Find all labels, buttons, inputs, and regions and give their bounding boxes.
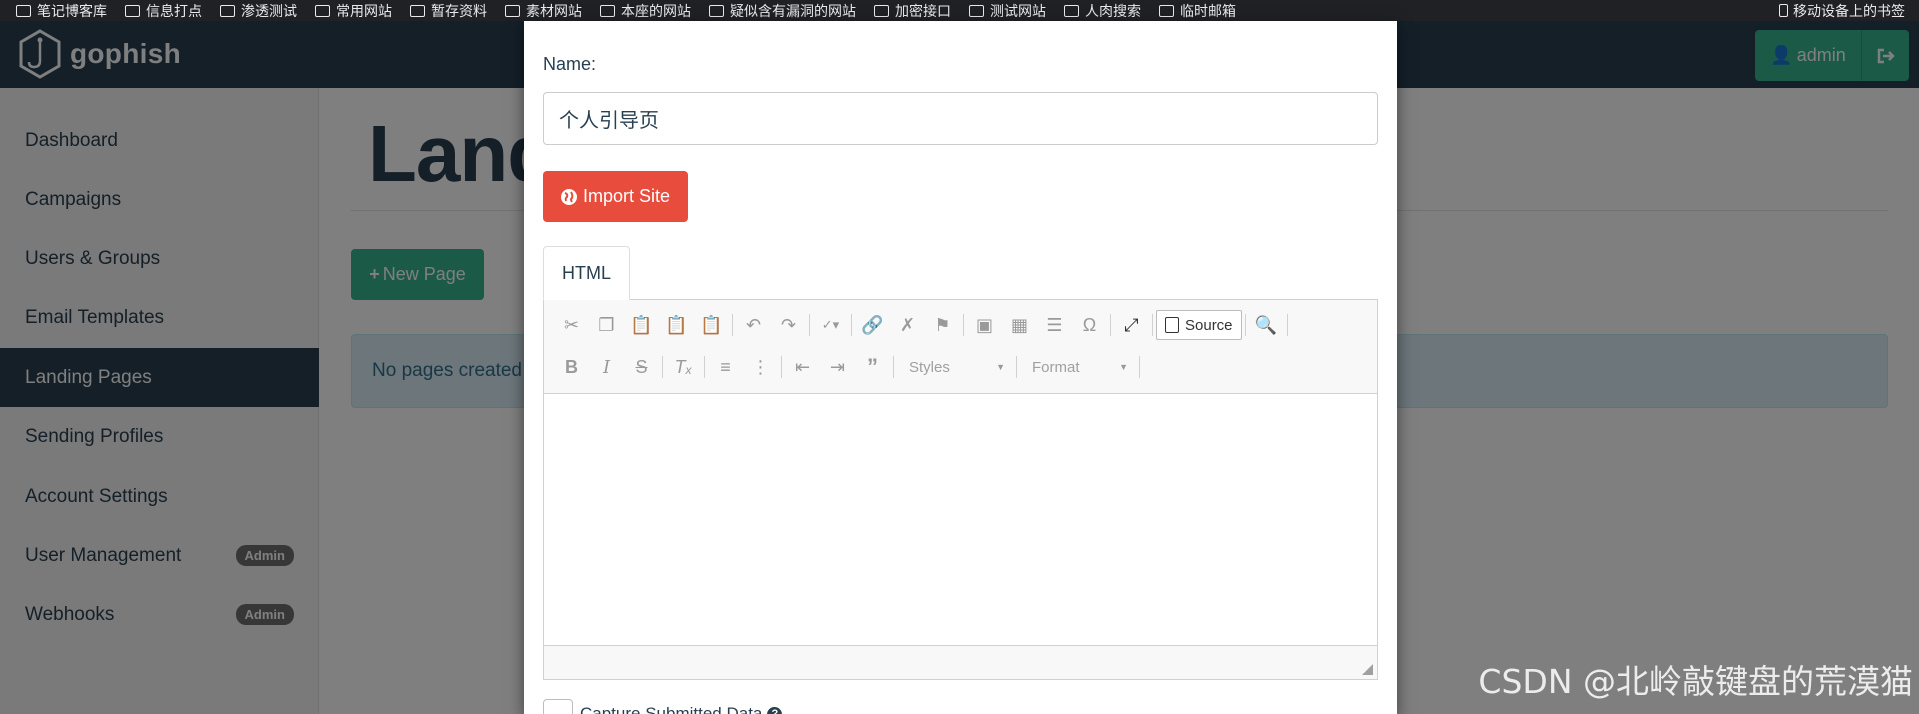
format-dropdown[interactable]: Format ▼: [1020, 353, 1136, 381]
horizontal-rule-icon[interactable]: ☰: [1037, 310, 1072, 340]
folder-icon: [315, 4, 330, 17]
link-icon[interactable]: 🔗: [855, 310, 890, 340]
folder-icon: [600, 4, 615, 17]
bookmark-folder[interactable]: 本座的网站: [600, 0, 691, 21]
question-circle-icon[interactable]: ?: [767, 706, 783, 714]
caret-down-icon: ▼: [996, 362, 1005, 372]
new-landing-page-modal: Name: 个人引导页 Import Site HTML ✂ ❐ 📋 📋 📋 ↶…: [524, 21, 1397, 714]
toolbar-separator: [1110, 314, 1111, 336]
toolbar-separator: [1286, 314, 1288, 336]
remove-format-icon[interactable]: Tₓ: [666, 352, 701, 382]
toolbar-separator: [1244, 314, 1246, 336]
image-icon[interactable]: ▣: [967, 310, 1002, 340]
bookmark-folder[interactable]: 测试网站: [969, 0, 1046, 21]
toolbar-separator: [781, 356, 782, 378]
html-editor: ✂ ❐ 📋 📋 📋 ↶ ↷ ✓▾ 🔗 ✗ ⚑ ▣ ▦ ☰ Ω ⤢ Source …: [543, 299, 1378, 680]
toolbar-row: B I S Tₓ ≡ ⋮ ⇤ ⇥ ” Styles ▼ Format ▼: [554, 350, 1143, 384]
bookmark-folder[interactable]: 信息打点: [125, 0, 202, 21]
bookmark-folder[interactable]: 疑似含有漏洞的网站: [709, 0, 856, 21]
editor-statusbar: [544, 645, 1377, 679]
bookmark-folder[interactable]: 渗透测试: [220, 0, 297, 21]
outdent-icon[interactable]: ⇤: [785, 352, 820, 382]
bookmark-folder[interactable]: 加密接口: [874, 0, 951, 21]
bookmark-folder[interactable]: 人肉搜索: [1064, 0, 1141, 21]
folder-icon: [410, 4, 425, 17]
strikethrough-icon[interactable]: S: [624, 352, 659, 382]
phone-icon: [1779, 4, 1788, 17]
bookmark-folder[interactable]: 笔记博客库: [16, 0, 107, 21]
folder-icon: [1159, 4, 1174, 17]
folder-icon: [1064, 4, 1079, 17]
copy-icon[interactable]: ❐: [589, 310, 624, 340]
source-icon: [1165, 317, 1179, 333]
special-char-icon[interactable]: Ω: [1072, 310, 1107, 340]
numbered-list-icon[interactable]: ≡: [708, 352, 743, 382]
spellcheck-icon[interactable]: ✓▾: [813, 310, 848, 340]
folder-icon: [16, 4, 31, 17]
styles-dropdown[interactable]: Styles ▼: [897, 353, 1013, 381]
editor-content-area[interactable]: [544, 394, 1377, 646]
toolbar-separator: [732, 314, 733, 336]
toolbar-separator: [851, 314, 852, 336]
toolbar-separator: [809, 314, 810, 336]
editor-toolbar: ✂ ❐ 📋 📋 📋 ↶ ↷ ✓▾ 🔗 ✗ ⚑ ▣ ▦ ☰ Ω ⤢ Source …: [544, 300, 1377, 394]
caret-down-icon: ▼: [1119, 362, 1128, 372]
anchor-flag-icon[interactable]: ⚑: [925, 310, 960, 340]
bold-icon[interactable]: B: [554, 352, 589, 382]
bulleted-list-icon[interactable]: ⋮: [743, 352, 778, 382]
capture-submitted-data-checkbox[interactable]: [543, 699, 573, 714]
folder-icon: [220, 4, 235, 17]
capture-submitted-data-label: Capture Submitted Data ?: [580, 704, 783, 714]
mobile-bookmarks[interactable]: 移动设备上的书签: [1779, 0, 1905, 21]
folder-icon: [505, 4, 520, 17]
paste-icon[interactable]: 📋: [624, 310, 659, 340]
toolbar-separator: [893, 356, 894, 378]
toolbar-separator: [704, 356, 705, 378]
resize-handle-icon[interactable]: [1362, 664, 1373, 675]
watermark: CSDN @北岭敲键盘的荒漠猫: [1478, 662, 1913, 701]
globe-icon: [560, 188, 577, 205]
name-label: Name:: [543, 54, 597, 74]
toolbar-row: ✂ ❐ 📋 📋 📋 ↶ ↷ ✓▾ 🔗 ✗ ⚑ ▣ ▦ ☰ Ω ⤢ Source …: [554, 308, 1291, 342]
indent-icon[interactable]: ⇥: [820, 352, 855, 382]
cut-icon[interactable]: ✂: [554, 310, 589, 340]
unlink-icon[interactable]: ✗: [890, 310, 925, 340]
toolbar-separator: [963, 314, 964, 336]
bookmark-folder[interactable]: 临时邮箱: [1159, 0, 1236, 21]
toolbar-separator: [1139, 356, 1140, 378]
folder-icon: [874, 4, 889, 17]
import-site-button[interactable]: Import Site: [543, 171, 688, 222]
bookmark-folder[interactable]: 常用网站: [315, 0, 392, 21]
toolbar-separator: [1016, 356, 1017, 378]
folder-icon: [125, 4, 140, 17]
paste-text-icon[interactable]: 📋: [659, 310, 694, 340]
name-input[interactable]: 个人引导页: [543, 92, 1378, 145]
bookmarks-bar: 笔记博客库 信息打点 渗透测试 常用网站 暂存资料 素材网站 本座的网站 疑似含…: [0, 0, 1919, 21]
toolbar-separator: [1152, 314, 1153, 336]
bookmark-folder[interactable]: 暂存资料: [410, 0, 487, 21]
tab-html[interactable]: HTML: [543, 246, 630, 300]
italic-icon[interactable]: I: [589, 352, 624, 382]
blockquote-icon[interactable]: ”: [855, 352, 890, 382]
maximize-icon[interactable]: ⤢: [1114, 310, 1149, 340]
source-button[interactable]: Source: [1156, 310, 1242, 340]
bookmark-folder[interactable]: 素材网站: [505, 0, 582, 21]
paste-word-icon[interactable]: 📋: [694, 310, 729, 340]
preview-icon[interactable]: 🔍: [1249, 310, 1284, 340]
table-icon[interactable]: ▦: [1002, 310, 1037, 340]
redo-icon[interactable]: ↷: [771, 310, 806, 340]
folder-icon: [969, 4, 984, 17]
toolbar-separator: [662, 356, 663, 378]
folder-icon: [709, 4, 724, 17]
undo-icon[interactable]: ↶: [736, 310, 771, 340]
